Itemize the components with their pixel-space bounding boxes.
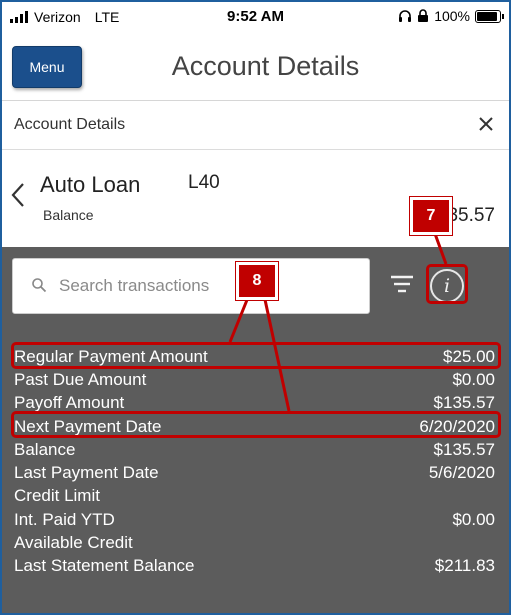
battery-icon xyxy=(475,9,504,23)
app-header: Menu Account Details xyxy=(2,34,509,101)
balance-label: Balance xyxy=(43,207,94,223)
detail-row: Payoff Amount $135.57 xyxy=(2,392,509,415)
panel-header: Account Details xyxy=(2,101,509,150)
detail-row: Int. Paid YTD $0.00 xyxy=(2,508,509,531)
callout-badge-8: 8 xyxy=(236,262,278,300)
status-bar: Verizon LTE 9:52 AM 100% xyxy=(2,2,509,34)
battery-percent: 100% xyxy=(434,8,470,24)
detail-row: Past Due Amount $0.00 xyxy=(2,368,509,391)
detail-value: 5/6/2020 xyxy=(428,463,495,483)
account-balance: 35.57 xyxy=(447,205,495,226)
page-title: Account Details xyxy=(171,51,360,81)
detail-value: $135.57 xyxy=(433,393,495,413)
detail-label: Int. Paid YTD xyxy=(14,509,115,529)
orientation-lock-icon xyxy=(418,9,429,22)
app-screen: Verizon LTE 9:52 AM 100% Menu Account De… xyxy=(0,0,511,615)
account-code: L40 xyxy=(188,172,220,193)
detail-label: Payoff Amount xyxy=(14,393,125,413)
panel-title: Account Details xyxy=(14,116,126,133)
detail-label: Last Statement Balance xyxy=(14,556,195,576)
filter-icon[interactable] xyxy=(390,274,414,294)
detail-label: Last Payment Date xyxy=(14,463,159,483)
account-name: Auto Loan xyxy=(40,172,141,197)
headphones-icon xyxy=(399,10,412,22)
detail-label: Credit Limit xyxy=(14,486,100,506)
detail-row: Last Statement Balance $211.83 xyxy=(2,555,509,578)
detail-value: $0.00 xyxy=(452,369,495,389)
chevron-left-icon[interactable] xyxy=(8,180,28,210)
info-icon[interactable]: i xyxy=(430,269,464,303)
detail-label: Available Credit xyxy=(14,533,133,553)
detail-row: Available Credit xyxy=(2,531,509,554)
detail-value: $0.00 xyxy=(452,509,495,529)
search-input[interactable] xyxy=(57,271,361,301)
callout-badge-7: 7 xyxy=(410,197,452,235)
detail-label: Next Payment Date xyxy=(14,416,162,436)
account-details-list: Regular Payment Amount $25.00 Past Due Amo… xyxy=(2,345,509,578)
status-right: 100% xyxy=(398,8,504,24)
detail-row: Last Payment Date 5/6/2020 xyxy=(2,461,509,484)
detail-value: 6/20/2020 xyxy=(419,416,495,436)
close-icon[interactable] xyxy=(473,111,499,137)
detail-row: Balance $135.57 xyxy=(2,438,509,461)
search-icon xyxy=(32,278,47,293)
detail-label: Past Due Amount xyxy=(14,369,147,389)
detail-value: $135.57 xyxy=(433,439,495,459)
detail-row: Next Payment Date 6/20/2020 xyxy=(2,415,509,438)
detail-value: $211.83 xyxy=(434,556,495,576)
search-box[interactable] xyxy=(12,258,370,314)
details-panel: i Regular Payment Amount$25.00Past Due A… xyxy=(2,247,509,613)
detail-row: Regular Payment Amount $25.00 xyxy=(2,345,509,368)
detail-label: Regular Payment Amount xyxy=(14,346,208,366)
detail-label: Balance xyxy=(14,439,76,459)
detail-value: $25.00 xyxy=(443,346,495,366)
detail-row: Credit Limit xyxy=(2,485,509,508)
